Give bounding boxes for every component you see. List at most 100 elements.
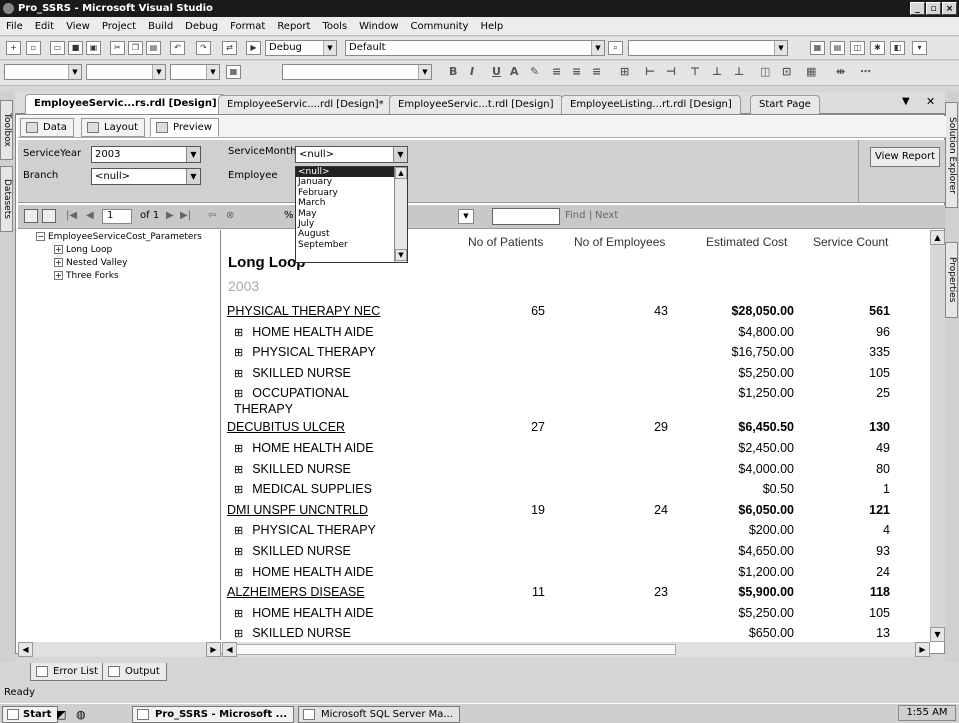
- view-report-button[interactable]: View Report: [870, 147, 940, 167]
- expand-row-icon[interactable]: ⊞: [234, 347, 243, 359]
- tab-preview[interactable]: Preview: [150, 118, 219, 137]
- dropdown-option[interactable]: February: [296, 188, 407, 198]
- scroll-up-icon[interactable]: ▲: [395, 167, 407, 179]
- menu-format[interactable]: Format: [224, 17, 271, 36]
- menu-report[interactable]: Report: [271, 17, 316, 36]
- solution-explorer-tab[interactable]: Solution Explorer: [945, 102, 958, 208]
- menu-build[interactable]: Build: [142, 17, 179, 36]
- menu-file[interactable]: File: [0, 17, 29, 36]
- align-right-icon[interactable]: ≡: [592, 65, 601, 78]
- start-button[interactable]: Start: [2, 706, 59, 723]
- navigate-icon[interactable]: ⇄: [222, 41, 237, 55]
- tab-list-icon[interactable]: ▼: [902, 96, 910, 107]
- tab-output[interactable]: Output: [102, 663, 167, 681]
- docmap-horizontal-scrollbar[interactable]: ◀ ▶: [18, 642, 221, 657]
- align-middles-icon[interactable]: ⊥: [712, 65, 722, 78]
- doc-map-item[interactable]: + Three Forks: [54, 271, 119, 281]
- object-browser-icon[interactable]: ◫: [850, 41, 865, 55]
- close-tab-icon[interactable]: ✕: [926, 95, 935, 108]
- new-project-icon[interactable]: +: [6, 41, 21, 55]
- undo-icon[interactable]: ↶: [170, 41, 185, 55]
- align-left-icon[interactable]: ≡: [552, 65, 561, 78]
- menu-tools[interactable]: Tools: [316, 17, 353, 36]
- paste-icon[interactable]: ▤: [146, 41, 161, 55]
- copy-icon[interactable]: ❐: [128, 41, 143, 55]
- toolbox-icon[interactable]: ✱: [870, 41, 885, 55]
- find-link[interactable]: Find: [565, 210, 586, 221]
- expand-row-icon[interactable]: ⊞: [234, 546, 243, 558]
- layout-icon[interactable]: ⊞: [620, 65, 629, 78]
- menu-community[interactable]: Community: [405, 17, 475, 36]
- solution-config-combo[interactable]: Debug ▼: [265, 40, 337, 56]
- menu-help[interactable]: Help: [474, 17, 509, 36]
- tab-error-list[interactable]: Error List: [30, 663, 106, 681]
- expand-row-icon[interactable]: ⊞: [234, 368, 243, 380]
- scroll-right-icon[interactable]: ▶: [206, 642, 221, 657]
- same-size-icon[interactable]: ◫: [760, 65, 770, 78]
- group-label-link[interactable]: ALZHEIMERS DISEASE: [227, 585, 365, 599]
- solution-explorer-icon[interactable]: ▦: [810, 41, 825, 55]
- dropdown-option[interactable]: March: [296, 198, 407, 208]
- tab-employee-service-t[interactable]: EmployeeServic...t.rdl [Design]: [389, 95, 563, 114]
- tab-layout[interactable]: Layout: [81, 118, 145, 137]
- align-bottoms-icon[interactable]: ⊥: [734, 65, 744, 78]
- previous-page-icon[interactable]: ◀: [86, 210, 94, 221]
- menu-edit[interactable]: Edit: [29, 17, 60, 36]
- maximize-button[interactable]: ▫: [926, 2, 941, 15]
- show-desktop-icon[interactable]: ◩: [56, 708, 66, 721]
- italic-icon[interactable]: I: [470, 65, 474, 78]
- scroll-right-icon[interactable]: ▶: [915, 642, 930, 657]
- expand-icon[interactable]: +: [54, 245, 63, 254]
- dropdown-option[interactable]: May: [296, 209, 407, 219]
- more-tools-icon[interactable]: ▾: [912, 41, 927, 55]
- datasets-tab[interactable]: Datasets: [0, 166, 13, 232]
- stop-icon[interactable]: ⊗: [226, 210, 234, 221]
- start-debug-icon[interactable]: ▶: [246, 41, 261, 55]
- group-label-link[interactable]: PHYSICAL THERAPY NEC: [227, 304, 380, 318]
- more-format-icon[interactable]: ⋯: [860, 65, 871, 78]
- font-name-combo[interactable]: ▼: [282, 64, 432, 80]
- scroll-down-icon[interactable]: ▼: [395, 249, 407, 261]
- close-window-button[interactable]: ×: [942, 2, 957, 15]
- find-input[interactable]: [492, 208, 560, 225]
- parameters-toggle-icon[interactable]: [42, 209, 56, 223]
- size-combo[interactable]: ▼: [170, 64, 220, 80]
- menu-window[interactable]: Window: [353, 17, 404, 36]
- style-combo[interactable]: ▼: [4, 64, 82, 80]
- tab-employee-listing[interactable]: EmployeeListing...rt.rdl [Design]: [561, 95, 741, 114]
- service-month-dropdown-list[interactable]: <null> January February March May July A…: [295, 166, 408, 263]
- task-visual-studio[interactable]: Pro_SSRS - Microsoft ...: [132, 706, 295, 723]
- align-lefts-icon[interactable]: ⊢: [645, 65, 655, 78]
- service-year-select[interactable]: 2003 ▼: [91, 146, 201, 163]
- tab-start-page[interactable]: Start Page: [750, 95, 820, 114]
- next-link[interactable]: Next: [595, 210, 618, 221]
- expand-row-icon[interactable]: ⊞: [234, 628, 243, 640]
- font-color-icon[interactable]: A: [510, 65, 519, 78]
- task-sql-server[interactable]: Microsoft SQL Server Ma...: [298, 706, 460, 723]
- service-month-select[interactable]: <null> ▼: [295, 146, 408, 163]
- doc-map-item[interactable]: + Nested Valley: [54, 258, 127, 268]
- back-icon[interactable]: ⇦: [208, 210, 216, 221]
- report-vertical-scrollbar[interactable]: ▲ ▼: [930, 230, 945, 642]
- tab-data[interactable]: Data: [20, 118, 74, 137]
- expand-row-icon[interactable]: ⊞: [234, 464, 243, 476]
- redo-icon[interactable]: ↷: [196, 41, 211, 55]
- cut-icon[interactable]: ✂: [110, 41, 125, 55]
- toolbox-tab[interactable]: Toolbox: [0, 100, 13, 160]
- dropdown-option[interactable]: July: [296, 219, 407, 229]
- dropdown-option[interactable]: September: [296, 240, 407, 250]
- spacing-icon[interactable]: ⊡: [782, 65, 791, 78]
- menu-project[interactable]: Project: [96, 17, 142, 36]
- properties-icon[interactable]: ▤: [830, 41, 845, 55]
- scroll-thumb[interactable]: [236, 644, 676, 655]
- dropdown-option[interactable]: January: [296, 177, 407, 187]
- first-page-icon[interactable]: |◀: [66, 210, 77, 221]
- menu-debug[interactable]: Debug: [179, 17, 224, 36]
- font-combo[interactable]: ▼: [86, 64, 166, 80]
- align-tops-icon[interactable]: ⊤: [690, 65, 700, 78]
- highlight-icon[interactable]: ✎: [530, 65, 539, 78]
- expand-row-icon[interactable]: ⊞: [234, 567, 243, 579]
- expand-row-icon[interactable]: ⊞: [234, 608, 243, 620]
- tab-employee-service-rs[interactable]: EmployeeServic...rs.rdl [Design]: [25, 94, 226, 115]
- tab-employee-service-rdl[interactable]: EmployeeServic....rdl [Design]*: [218, 95, 393, 114]
